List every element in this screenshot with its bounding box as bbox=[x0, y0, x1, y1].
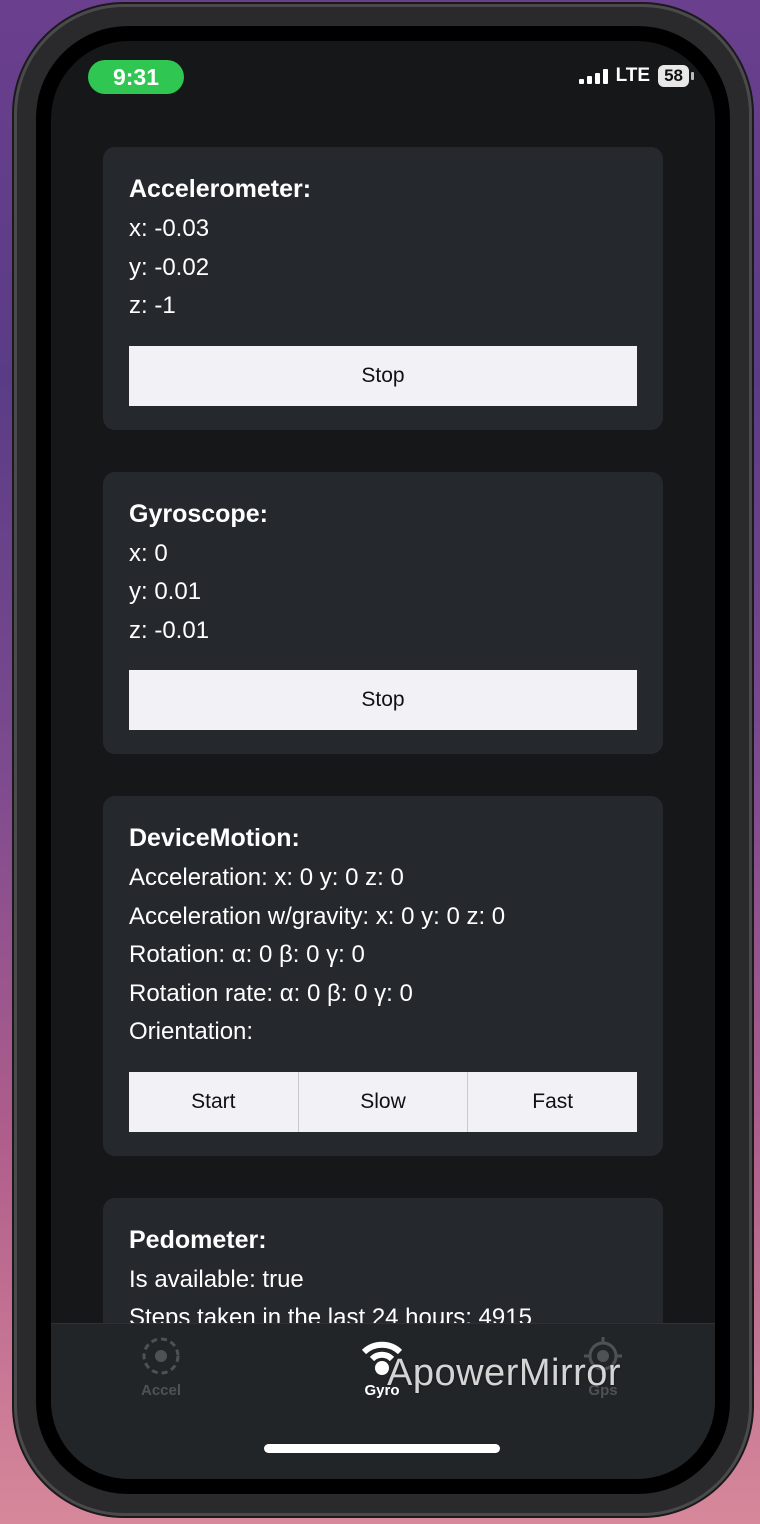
network-type: LTE bbox=[615, 65, 651, 86]
tab-accel-label: Accel bbox=[140, 1382, 182, 1399]
watermark-text: ApowerMirror bbox=[387, 1352, 622, 1394]
phone-bezel: 9:31 LTE 58 Accelerometer: x: -0.03 y: -… bbox=[36, 26, 730, 1494]
status-indicators: LTE 58 bbox=[578, 65, 694, 87]
status-time: 9:31 bbox=[88, 60, 184, 94]
start-button[interactable]: Start bbox=[129, 1071, 299, 1132]
acceleration-gravity-readout: Acceleration w/gravity: x: 0 y: 0 z: 0 bbox=[129, 902, 506, 930]
rotation-rate-readout: Rotation rate: α: 0 β: 0 γ: 0 bbox=[129, 979, 413, 1007]
rotation-readout: Rotation: α: 0 β: 0 γ: 0 bbox=[129, 941, 365, 968]
accelerometer-title: Accelerometer: bbox=[129, 175, 312, 203]
signal-icon bbox=[578, 68, 608, 84]
gyroscope-z: z: -0.01 bbox=[129, 616, 210, 644]
battery-icon: 58 bbox=[658, 65, 694, 87]
app-screen: 9:31 LTE 58 Accelerometer: x: -0.03 y: -… bbox=[51, 41, 715, 1479]
fast-button[interactable]: Fast bbox=[468, 1071, 638, 1132]
tab-accel[interactable]: Accel bbox=[101, 1336, 221, 1399]
gyroscope-card: Gyroscope: x: 0 y: 0.01 z: -0.01 Stop bbox=[103, 471, 663, 754]
devicemotion-title: DeviceMotion: bbox=[129, 824, 300, 852]
acceleration-readout: Acceleration: x: 0 y: 0 z: 0 bbox=[129, 864, 404, 891]
gyroscope-stop-button[interactable]: Stop bbox=[129, 670, 637, 730]
tab-bar: Accel Gyro Gps ApowerMirror bbox=[51, 1323, 715, 1479]
home-indicator[interactable] bbox=[264, 1444, 500, 1453]
accelerometer-x: x: -0.03 bbox=[129, 215, 210, 242]
orientation-readout: Orientation: bbox=[129, 1018, 254, 1045]
accelerometer-card: Accelerometer: x: -0.03 y: -0.02 z: -1 S… bbox=[103, 147, 663, 430]
devicemotion-card: DeviceMotion: Acceleration: x: 0 y: 0 z:… bbox=[103, 796, 663, 1156]
pedometer-title: Pedometer: bbox=[129, 1225, 267, 1254]
accelerometer-stop-button[interactable]: Stop bbox=[129, 345, 637, 406]
slow-button[interactable]: Slow bbox=[298, 1071, 469, 1132]
pedometer-available: Is available: true bbox=[129, 1265, 304, 1293]
gyroscope-title: Gyroscope: bbox=[129, 499, 268, 528]
sensor-list: Accelerometer: x: -0.03 y: -0.02 z: -1 S… bbox=[103, 147, 663, 1404]
devicemotion-controls: Start Slow Fast bbox=[129, 1071, 638, 1132]
phone-frame: 9:31 LTE 58 Accelerometer: x: -0.03 y: -… bbox=[14, 4, 752, 1516]
gyroscope-x: x: 0 bbox=[129, 539, 168, 567]
accel-icon bbox=[101, 1336, 221, 1376]
gyroscope-y: y: 0.01 bbox=[129, 578, 202, 605]
accelerometer-y: y: -0.02 bbox=[129, 253, 210, 281]
accelerometer-z: z: -1 bbox=[129, 292, 176, 319]
